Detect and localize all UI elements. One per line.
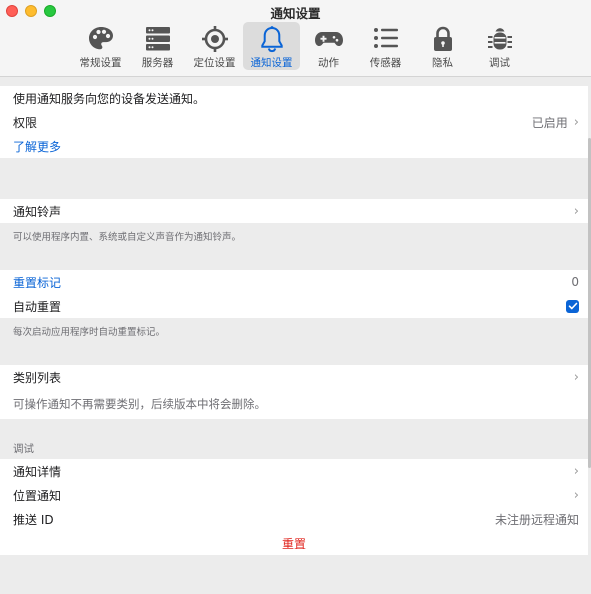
- badge-note: 每次启动应用程序时自动重置标记。: [0, 318, 588, 365]
- categories-note: 可操作通知不再需要类别，后续版本中将会删除。: [0, 389, 588, 419]
- categories-row[interactable]: 类别列表 ›: [0, 365, 588, 389]
- reset-badge-button[interactable]: 重置标记: [13, 274, 61, 291]
- categories-label: 类别列表: [13, 370, 62, 385]
- settings-toolbar: 常规设置 服务器 定位设置 通知设置 动作 传感器 隐私 调试: [72, 22, 528, 70]
- auto-reset-label: 自动重置: [13, 299, 62, 314]
- ringtone-group: 通知铃声 ›: [0, 199, 588, 223]
- tab-debug-label: 调试: [489, 57, 510, 69]
- gamepad-icon: [314, 24, 344, 54]
- notification-details-label: 通知详情: [13, 464, 62, 479]
- checkmark-icon: [568, 302, 577, 310]
- title-bar: 通知设置 常规设置 服务器 定位设置 通知设置 动作 传感器 隐私 调试: [0, 0, 591, 77]
- push-id-row: 推送 ID 未注册远程通知: [0, 507, 588, 531]
- chevron-right-icon: ›: [573, 463, 579, 479]
- debug-group: 通知详情 › 位置通知 › 推送 ID 未注册远程通知 重置: [0, 459, 588, 555]
- learn-more-link[interactable]: 了解更多: [13, 138, 61, 155]
- notification-details-row[interactable]: 通知详情 ›: [0, 459, 588, 483]
- tab-sensors[interactable]: 传感器: [357, 22, 414, 70]
- ringtone-note: 可以使用程序内置、系统或自定义声音作为通知铃声。: [0, 223, 588, 270]
- learn-more-row: 了解更多: [0, 134, 588, 158]
- list-icon: [371, 24, 401, 54]
- tab-general[interactable]: 常规设置: [72, 22, 129, 70]
- tab-debug[interactable]: 调试: [471, 22, 528, 70]
- auto-reset-checkbox[interactable]: [566, 299, 579, 313]
- push-id-value: 未注册远程通知: [494, 512, 579, 527]
- settings-content: 使用通知服务向您的设备发送通知。 权限 已启用 › 了解更多 通知铃声 › 可以…: [0, 78, 588, 594]
- tab-general-label: 常规设置: [79, 57, 122, 69]
- debug-reset-row: 重置: [0, 531, 588, 555]
- push-id-label: 推送 ID: [13, 512, 54, 527]
- bell-icon: [257, 24, 287, 54]
- notification-settings-window: 通知设置 常规设置 服务器 定位设置 通知设置 动作 传感器 隐私 调试 使用通…: [0, 0, 591, 594]
- permissions-value: 已启用: [531, 115, 568, 130]
- section-gap: [0, 158, 588, 199]
- ringtone-row[interactable]: 通知铃声 ›: [0, 199, 588, 223]
- tab-location-label: 定位设置: [193, 57, 236, 69]
- tab-privacy-label: 隐私: [432, 57, 453, 69]
- ringtone-label: 通知铃声: [13, 204, 62, 219]
- badge-count: 0: [571, 275, 579, 289]
- location-target-icon: [200, 24, 230, 54]
- chevron-right-icon: ›: [573, 114, 579, 130]
- badge-group: 重置标记 0 自动重置: [0, 270, 588, 318]
- tab-notifications[interactable]: 通知设置: [243, 22, 300, 70]
- tab-sensors-label: 传感器: [369, 57, 402, 69]
- location-notification-label: 位置通知: [13, 488, 62, 503]
- tab-actions-label: 动作: [318, 57, 339, 69]
- tab-actions[interactable]: 动作: [300, 22, 357, 70]
- tab-privacy[interactable]: 隐私: [414, 22, 471, 70]
- debug-reset-button[interactable]: 重置: [282, 535, 306, 552]
- tab-server[interactable]: 服务器: [129, 22, 186, 70]
- bug-icon: [485, 24, 515, 54]
- tab-location[interactable]: 定位设置: [186, 22, 243, 70]
- debug-section-header: 调试: [0, 419, 588, 459]
- permissions-description: 使用通知服务向您的设备发送通知。: [0, 86, 588, 110]
- location-notification-row[interactable]: 位置通知 ›: [0, 483, 588, 507]
- window-title: 通知设置: [270, 6, 321, 21]
- server-icon: [143, 24, 173, 54]
- tab-server-label: 服务器: [141, 57, 174, 69]
- chevron-right-icon: ›: [573, 487, 579, 503]
- palette-icon: [86, 24, 116, 54]
- auto-reset-row: 自动重置: [0, 294, 588, 318]
- permissions-row[interactable]: 权限 已启用 ›: [0, 110, 588, 134]
- permissions-group: 使用通知服务向您的设备发送通知。 权限 已启用 › 了解更多: [0, 86, 588, 158]
- tab-notifications-label: 通知设置: [250, 57, 293, 69]
- permissions-description-text: 使用通知服务向您的设备发送通知。: [13, 91, 206, 106]
- permissions-label: 权限: [13, 115, 38, 130]
- chevron-right-icon: ›: [573, 369, 579, 385]
- reset-badge-row[interactable]: 重置标记 0: [0, 270, 588, 294]
- lock-icon: [428, 24, 458, 54]
- categories-group: 类别列表 › 可操作通知不再需要类别，后续版本中将会删除。: [0, 365, 588, 419]
- chevron-right-icon: ›: [573, 203, 579, 219]
